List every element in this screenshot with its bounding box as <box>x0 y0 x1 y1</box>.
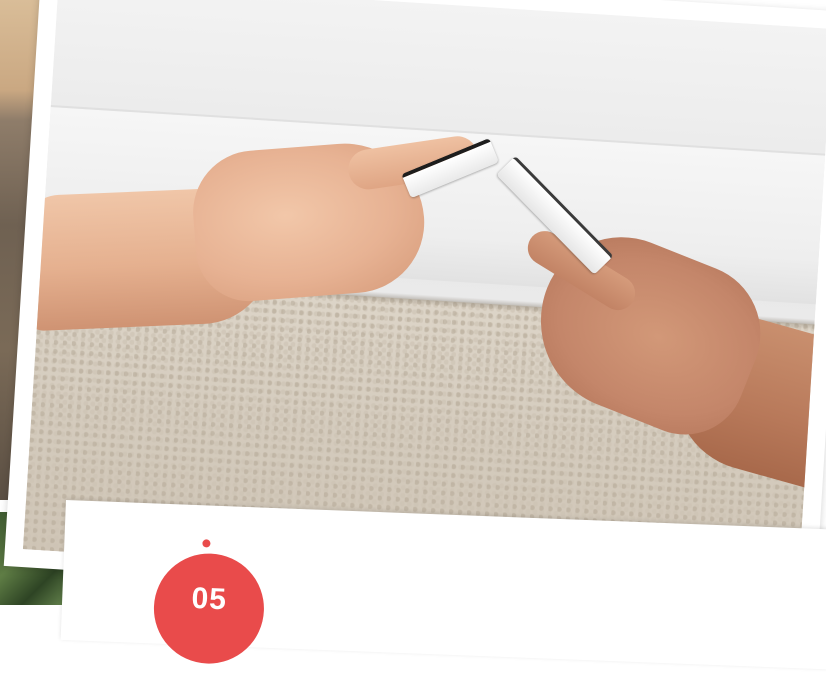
step-indicator-dot <box>202 539 211 548</box>
step-card: 05 <box>60 500 826 670</box>
step-number-badge: 05 <box>151 551 267 666</box>
